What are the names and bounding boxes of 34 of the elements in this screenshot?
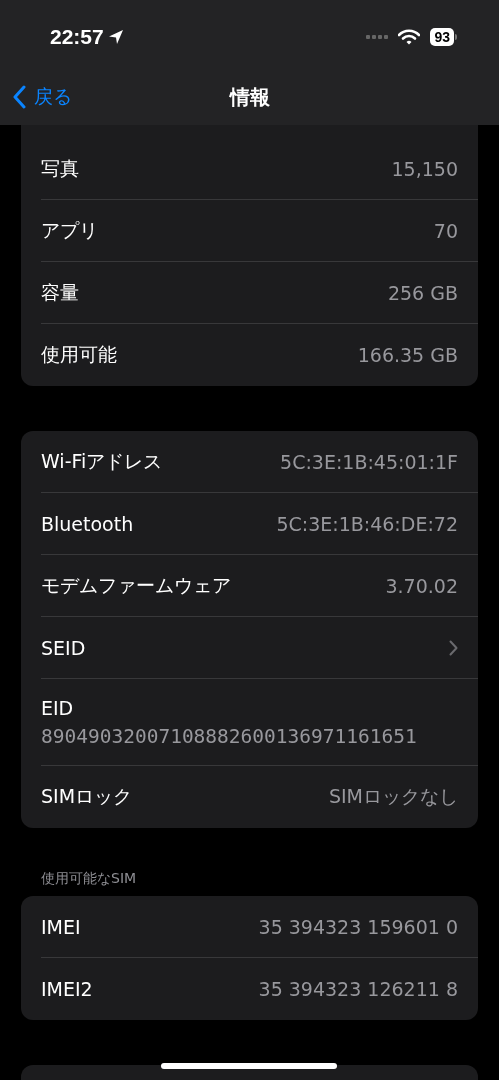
row-value: SIMロックなし	[328, 784, 458, 809]
row-label: SIMロック	[41, 784, 133, 809]
location-arrow-icon	[107, 29, 124, 45]
row-label: EID	[41, 696, 74, 719]
row-value: 5C:3E:1B:45:01:1F	[280, 450, 458, 473]
page-title: 情報	[229, 83, 270, 111]
row-value: 3.70.02	[385, 574, 458, 597]
row-value: 89049032007108882600136971161651	[41, 724, 417, 748]
row-value: 70	[433, 219, 458, 242]
row-label: モデムファームウェア	[41, 572, 231, 598]
chevron-left-icon	[12, 85, 26, 109]
row-label: SEID	[41, 636, 86, 659]
row-label: IMEI	[41, 915, 81, 938]
chevron-right-icon	[449, 639, 458, 656]
row-value: 256 GB	[387, 281, 458, 304]
row-label: IMEI2	[41, 978, 93, 1000]
row-value: 15,150	[391, 157, 458, 180]
signal-icon	[366, 35, 389, 39]
back-button[interactable]: 戻る	[0, 84, 72, 110]
section-header: 使用可能なSIM	[40, 870, 138, 888]
seid-row[interactable]: SEID	[41, 617, 478, 679]
row-label: 使用可能	[41, 342, 117, 367]
row-value: 35 394323 159601 0	[258, 915, 458, 938]
wifi-icon	[398, 29, 421, 45]
row-value: 35 394323 126211 8	[258, 978, 458, 1000]
row-label: Bluetooth	[41, 512, 134, 535]
status-time: 22:57	[50, 25, 104, 49]
row-label: 写真	[41, 155, 79, 181]
row-label: アプリ	[41, 217, 98, 243]
row-label: Wi-Fiアドレス	[41, 448, 163, 474]
battery-level: 93	[430, 28, 454, 46]
row-label: 容量	[41, 279, 79, 305]
row-value: 166.35 GB	[357, 344, 458, 366]
row-value: 5C:3E:1B:46:DE:72	[276, 512, 458, 535]
